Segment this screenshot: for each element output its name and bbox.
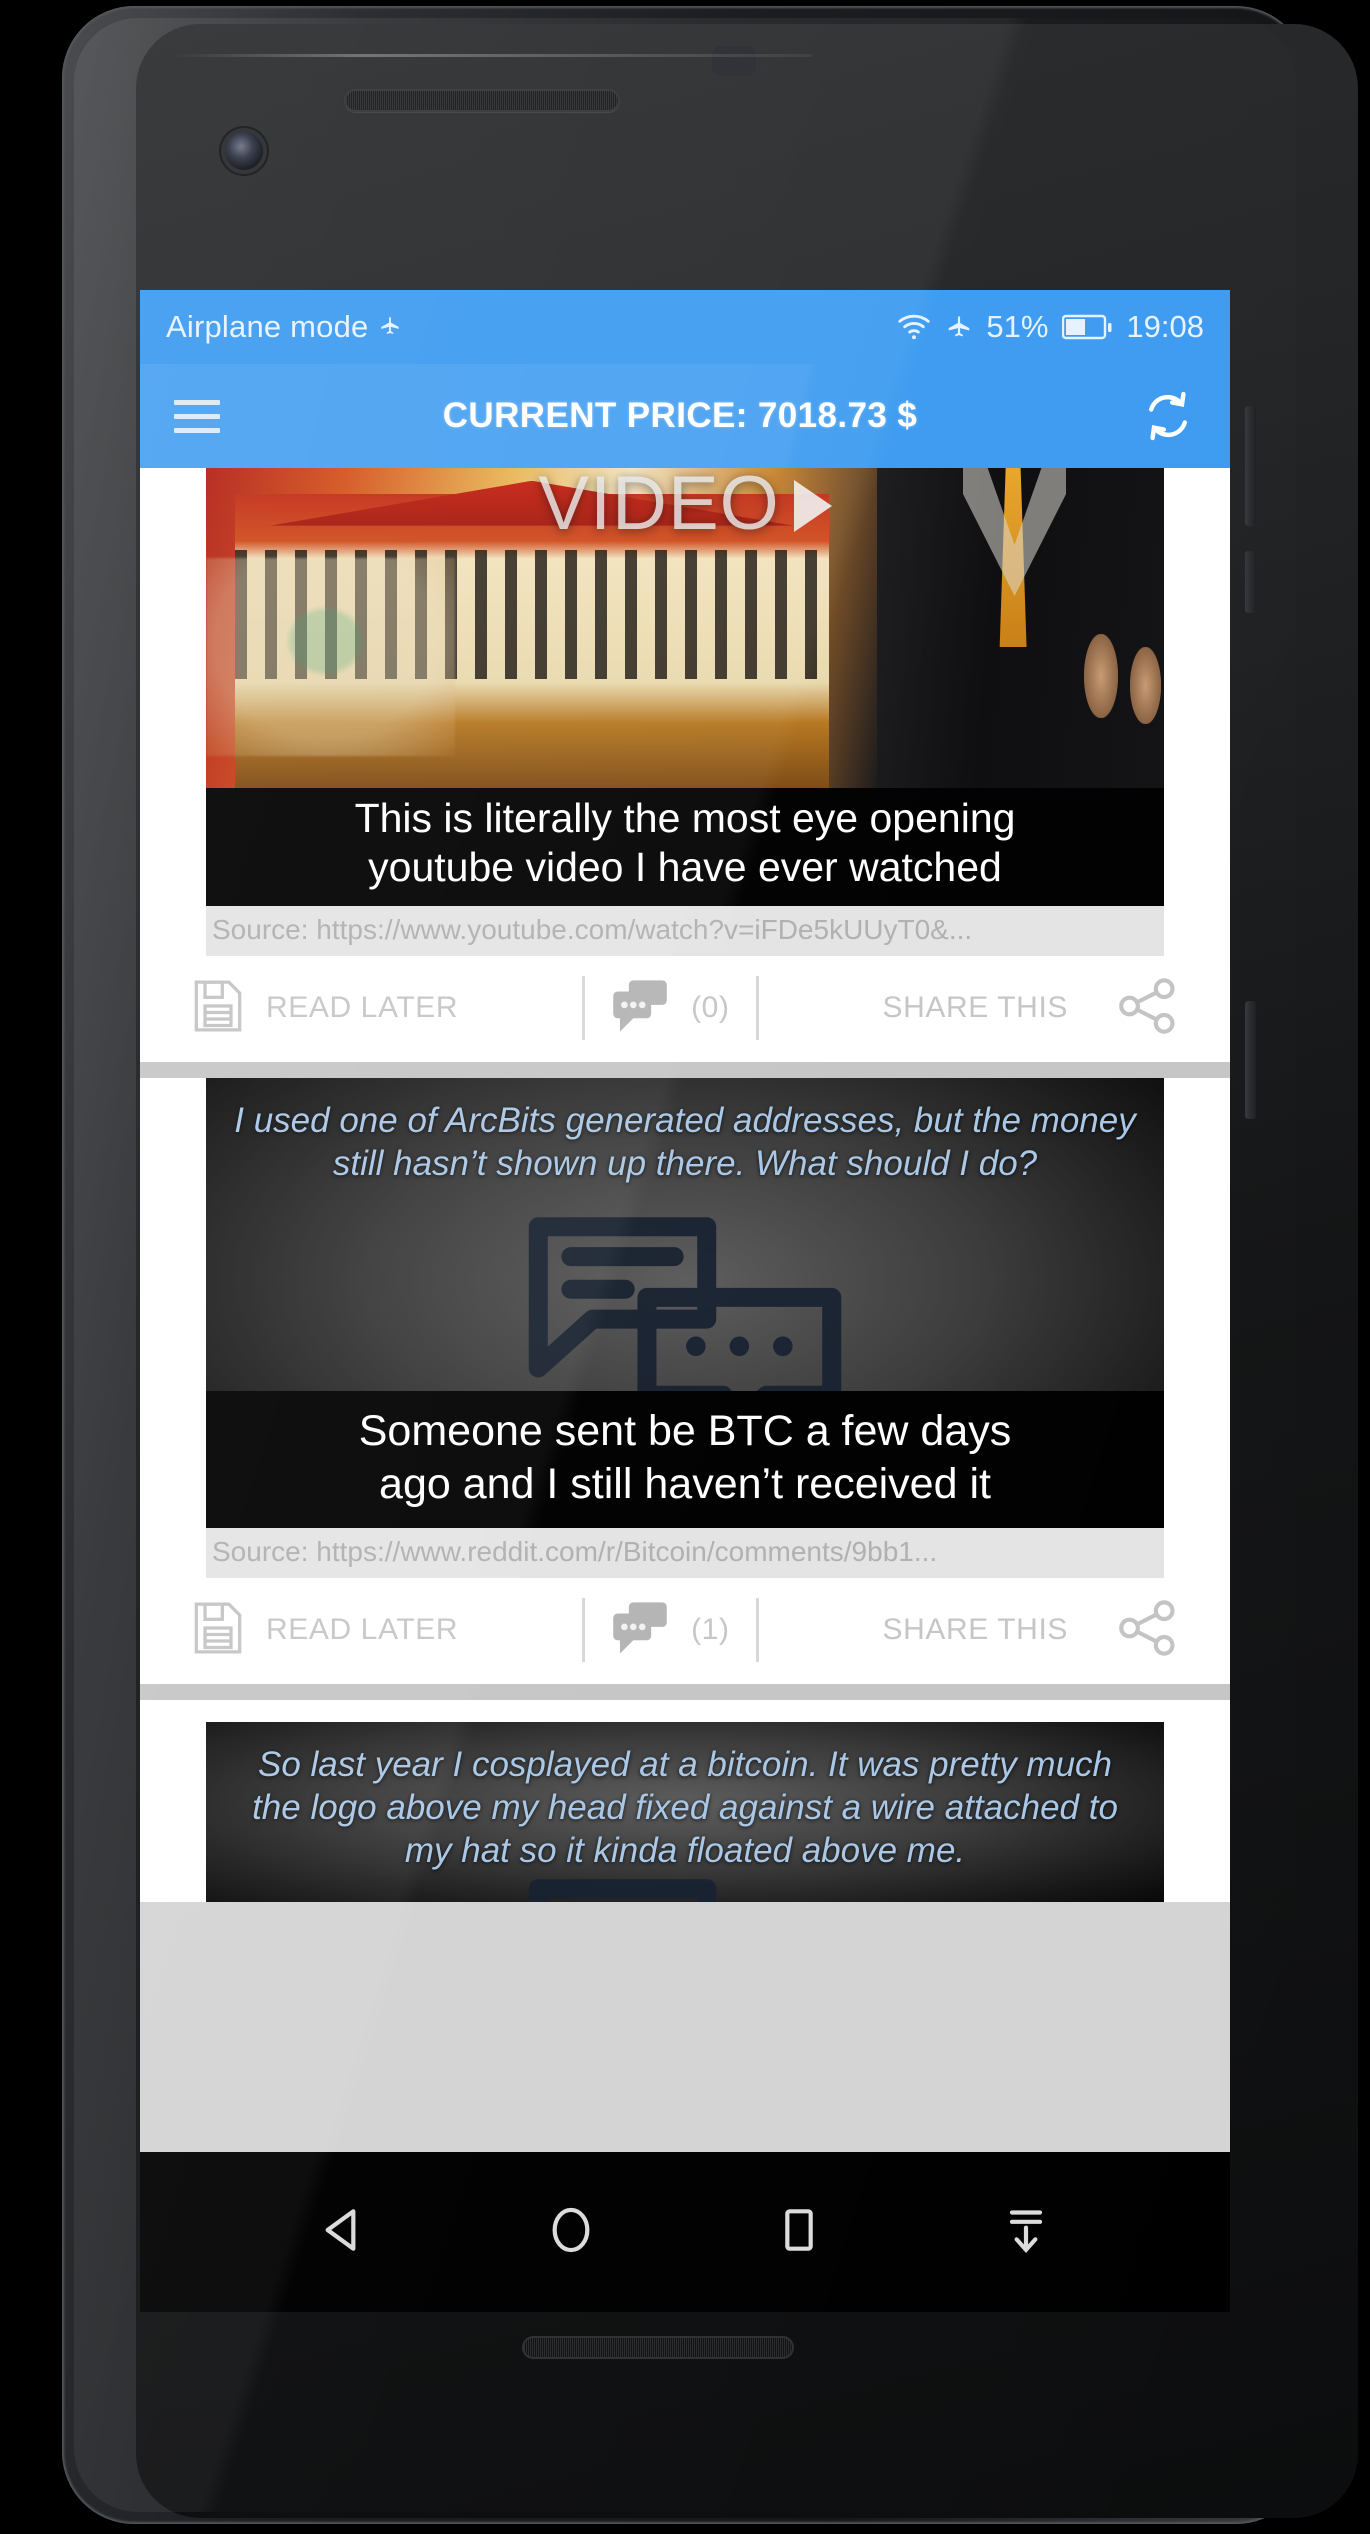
card-thumbnail-wrap: I used one of ArcBits generated addresse… (140, 1078, 1230, 1579)
refresh-icon[interactable] (1140, 388, 1196, 444)
home-circle-icon[interactable] (543, 2202, 599, 2263)
hide-keyboard-down-arrow-icon[interactable] (998, 2202, 1054, 2263)
hamburger-menu-icon[interactable] (174, 399, 220, 433)
read-later-label: READ LATER (266, 1613, 459, 1647)
airplane-mode-status-icon (946, 314, 972, 340)
earpiece-speaker (344, 89, 620, 112)
airplane-icon (379, 309, 401, 345)
thumbnail-hand-left (1083, 634, 1118, 718)
thumbnail-hand-right (1129, 647, 1162, 724)
battery-icon (1062, 314, 1112, 340)
card-headline-line-1: Someone sent be BTC a few days (358, 1407, 1012, 1456)
card-separator-2 (140, 1684, 1230, 1701)
card-headline: Someone sent be BTC a few days ago and I… (206, 1391, 1164, 1529)
video-thumbnail[interactable]: VIDEO (206, 468, 1164, 788)
status-bar-right: 51% 19:08 (896, 309, 1204, 345)
quote-thumbnail[interactable]: So last year I cosplayed at a bitcoin. I… (206, 1722, 1164, 1903)
card-source-url[interactable]: Source: https://www.youtube.com/watch?v=… (206, 906, 1164, 957)
power-button[interactable] (1245, 1001, 1256, 1119)
front-camera-icon (225, 132, 263, 170)
card-thumbnail-wrap: So last year I cosplayed at a bitcoin. I… (140, 1700, 1230, 1903)
news-feed[interactable]: VIDEO This is literally the most eye ope… (140, 468, 1230, 2312)
floppy-disk-icon (192, 1599, 244, 1662)
comments-button[interactable]: (0) (611, 978, 729, 1039)
bottom-speaker-grille (522, 2336, 794, 2359)
share-nodes-icon (1118, 1600, 1178, 1661)
share-label: SHARE THIS (882, 991, 1068, 1025)
chat-bubbles-watermark-icon (528, 1879, 717, 1903)
thumbnail-person-art (876, 468, 1164, 788)
volume-down-button[interactable] (1245, 551, 1256, 613)
card-source-url[interactable]: Source: https://www.reddit.com/r/Bitcoin… (206, 1528, 1164, 1579)
share-button[interactable]: SHARE THIS (883, 978, 1179, 1039)
share-label: SHARE THIS (882, 1613, 1068, 1647)
card-excerpt: So last year I cosplayed at a bitcoin. I… (252, 1745, 1118, 1870)
read-later-button[interactable]: READ LATER (192, 977, 458, 1040)
battery-percent-label: 51% (986, 309, 1049, 344)
status-bar: Airplane mode 51% 19:08 (140, 290, 1230, 364)
status-bar-left: Airplane mode (166, 309, 401, 345)
volume-up-button[interactable] (1245, 406, 1256, 526)
phone-screen: Airplane mode 51% 19:08 CURRENT PRICE: 7… (140, 290, 1230, 2312)
card-excerpt: I used one of ArcBits generated addresse… (234, 1101, 1136, 1184)
share-button[interactable]: SHARE THIS (883, 1600, 1179, 1661)
card-separator-1 (140, 1062, 1230, 1079)
comment-count-label: (1) (691, 1613, 730, 1647)
action-divider-1 (582, 976, 586, 1041)
page-title: CURRENT PRICE: 7018.73 $ (442, 396, 918, 435)
card-headline-line-2: ago and I still haven’t received it (379, 1459, 991, 1508)
action-divider-2 (755, 976, 759, 1041)
quote-thumbnail[interactable]: I used one of ArcBits generated addresse… (206, 1078, 1164, 1529)
back-triangle-icon[interactable] (316, 2202, 372, 2263)
feed-card-quote-2[interactable]: So last year I cosplayed at a bitcoin. I… (140, 1700, 1230, 1903)
android-navigation-bar (140, 2152, 1230, 2312)
card-headline: This is literally the most eye opening y… (206, 788, 1164, 907)
read-later-button[interactable]: READ LATER (192, 1599, 458, 1662)
card-action-bar: READ LATER (1) SHARE THIS (140, 1578, 1230, 1684)
proximity-sensor (712, 46, 756, 76)
read-later-label: READ LATER (266, 991, 459, 1025)
share-nodes-icon (1118, 978, 1178, 1039)
card-thumbnail-wrap: VIDEO This is literally the most eye ope… (140, 468, 1230, 957)
action-divider-1 (582, 1598, 586, 1663)
recents-square-icon[interactable] (771, 2202, 827, 2263)
card-headline-line-1: This is literally the most eye opening (354, 795, 1016, 841)
card-action-bar: READ LATER (0) SHARE THIS (140, 956, 1230, 1062)
screen-glass-highlight (172, 54, 812, 57)
comment-bubbles-icon (611, 1600, 669, 1661)
floppy-disk-icon (192, 977, 244, 1040)
card-headline-line-2: youtube video I have ever watched (368, 844, 1002, 891)
airplane-mode-label: Airplane mode (166, 309, 369, 344)
app-bar: CURRENT PRICE: 7018.73 $ (140, 364, 1230, 468)
status-bar-clock: 19:08 (1126, 309, 1204, 344)
comment-bubbles-icon (611, 978, 669, 1039)
feed-card-quote-1[interactable]: I used one of ArcBits generated addresse… (140, 1078, 1230, 1685)
wifi-icon (896, 313, 932, 341)
comments-button[interactable]: (1) (611, 1600, 729, 1661)
comment-count-label: (0) (691, 991, 730, 1025)
action-divider-2 (755, 1598, 759, 1663)
thumbnail-banknote-art (206, 557, 456, 756)
feed-card-video[interactable]: VIDEO This is literally the most eye ope… (140, 468, 1230, 1063)
